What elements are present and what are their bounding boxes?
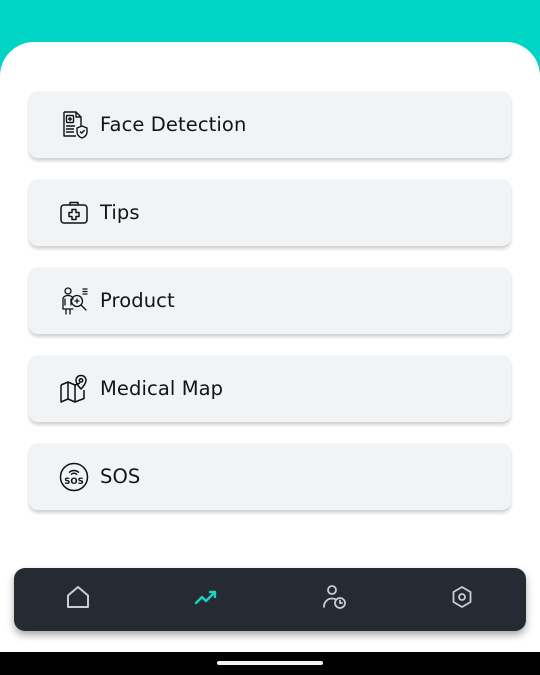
menu-item-tips[interactable]: Tips bbox=[29, 179, 511, 246]
menu-item-label: Medical Map bbox=[100, 377, 224, 400]
first-aid-kit-icon bbox=[58, 197, 90, 229]
svg-text:SOS: SOS bbox=[64, 477, 83, 487]
menu-item-label: Product bbox=[100, 289, 175, 312]
menu-item-sos[interactable]: SOS SOS bbox=[29, 443, 511, 510]
home-icon bbox=[64, 583, 92, 615]
bottom-navigation-bar bbox=[14, 568, 526, 631]
hexagon-settings-icon bbox=[448, 583, 476, 615]
system-navigation-bar bbox=[0, 652, 540, 675]
user-clock-icon bbox=[320, 583, 348, 615]
home-gesture-handle[interactable] bbox=[217, 661, 323, 665]
menu-item-label: SOS bbox=[100, 465, 141, 488]
trend-chart-icon bbox=[192, 583, 220, 615]
person-magnifier-icon bbox=[58, 285, 90, 317]
menu-item-face-detection[interactable]: Face Detection bbox=[29, 91, 511, 158]
menu-item-medical-map[interactable]: Medical Map bbox=[29, 355, 511, 422]
menu-item-label: Tips bbox=[100, 201, 140, 224]
menu-item-label: Face Detection bbox=[100, 113, 247, 136]
nav-profile-button[interactable] bbox=[317, 582, 351, 616]
map-pin-icon bbox=[58, 373, 90, 405]
nav-home-button[interactable] bbox=[61, 582, 95, 616]
nav-trend-button[interactable] bbox=[189, 582, 223, 616]
menu-item-product[interactable]: Product bbox=[29, 267, 511, 334]
feature-menu: Face Detection Tips Product Medical Map … bbox=[29, 91, 511, 531]
medical-report-shield-icon bbox=[58, 109, 90, 141]
nav-settings-button[interactable] bbox=[445, 582, 479, 616]
sos-signal-icon: SOS bbox=[58, 461, 90, 493]
